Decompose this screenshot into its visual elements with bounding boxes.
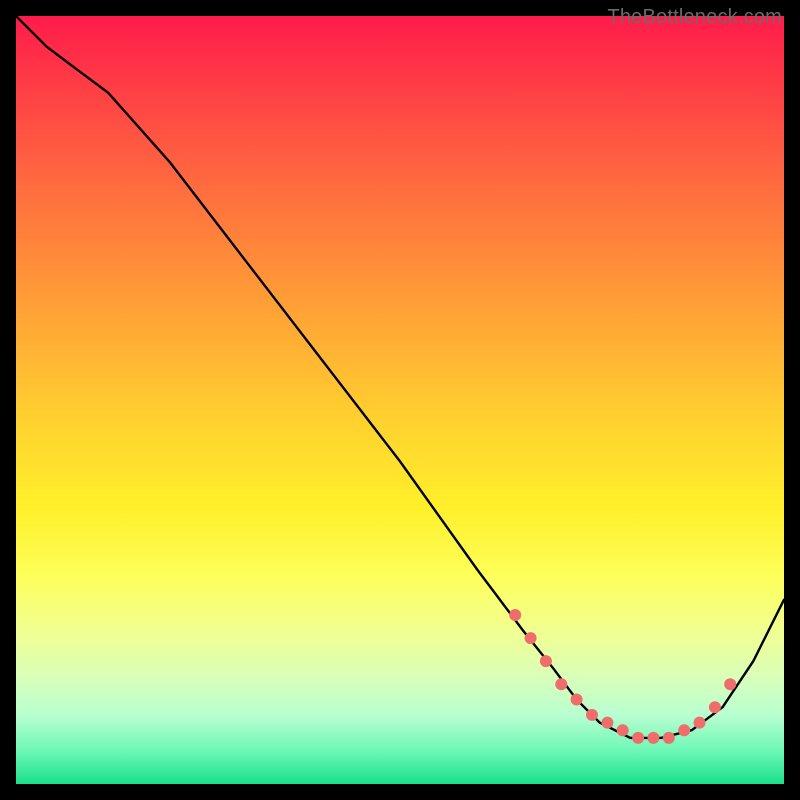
marker-dot — [663, 732, 675, 744]
marker-dot — [678, 724, 690, 736]
marker-dot — [617, 724, 629, 736]
chart-svg — [16, 16, 784, 784]
marker-dot — [571, 694, 583, 706]
marker-dot — [724, 678, 736, 690]
marker-dot — [525, 632, 537, 644]
dotted-region — [509, 609, 736, 744]
marker-dot — [555, 678, 567, 690]
marker-dot — [694, 717, 706, 729]
curve-line — [16, 16, 784, 738]
marker-dot — [709, 701, 721, 713]
marker-dot — [509, 609, 521, 621]
marker-dot — [540, 655, 552, 667]
marker-dot — [647, 732, 659, 744]
watermark-text: TheBottleneck.com — [607, 6, 782, 29]
marker-dot — [601, 717, 613, 729]
marker-dot — [586, 709, 598, 721]
marker-dot — [632, 732, 644, 744]
chart-container: TheBottleneck.com — [0, 0, 800, 800]
chart-plot-area — [16, 16, 784, 784]
